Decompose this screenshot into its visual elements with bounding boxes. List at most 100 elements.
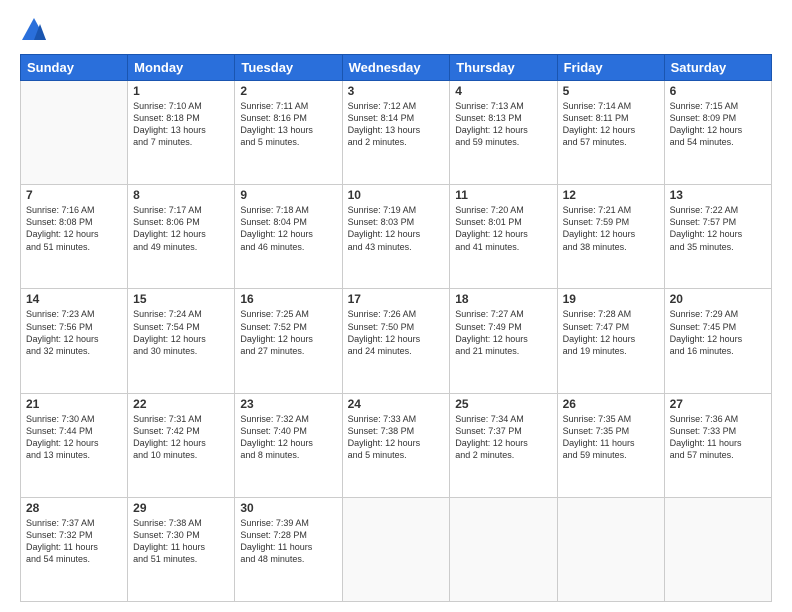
calendar-cell: 18 Sunrise: 7:27 AM Sunset: 7:49 PM Dayli… [450, 289, 557, 393]
calendar-cell: 4Sunrise: 7:13 AM Sunset: 8:13 PM Daylig… [450, 81, 557, 185]
calendar-week-5: 28 Sunrise: 7:37 AM Sunset: 7:32 PM Dayli… [21, 497, 772, 601]
logo-icon [20, 16, 48, 44]
weekday-header-monday: Monday [128, 55, 235, 81]
day-info: Sunrise: 7:22 AM Sunset: 7:57 PM Dayligh… [670, 204, 766, 253]
calendar-week-3: 14Sunrise: 7:23 AM Sunset: 7:56 PM Dayli… [21, 289, 772, 393]
day-info: Sunrise: 7:38 AM Sunset: 7:30 PM Dayligh… [133, 517, 229, 566]
calendar-cell: 7Sunrise: 7:16 AM Sunset: 8:08 PM Daylig… [21, 185, 128, 289]
header [20, 16, 772, 44]
calendar-cell: 8 Sunrise: 7:17 AM Sunset: 8:06 PM Daylig… [128, 185, 235, 289]
day-info: Sunrise: 7:26 AM Sunset: 7:50 PM Dayligh… [348, 308, 445, 357]
day-number: 21 [26, 397, 122, 411]
day-number: 8 [133, 188, 229, 202]
calendar-cell: 3 Sunrise: 7:12 AM Sunset: 8:14 PM Daylig… [342, 81, 450, 185]
calendar-cell [557, 497, 664, 601]
day-info: Sunrise: 7:34 AM Sunset: 7:37 PM Dayligh… [455, 413, 551, 462]
day-info: Sunrise: 7:32 AM Sunset: 7:40 PM Dayligh… [240, 413, 336, 462]
day-info: Sunrise: 7:11 AM Sunset: 8:16 PM Dayligh… [240, 100, 336, 149]
calendar-cell: 23 Sunrise: 7:32 AM Sunset: 7:40 PM Dayli… [235, 393, 342, 497]
day-info: Sunrise: 7:24 AM Sunset: 7:54 PM Dayligh… [133, 308, 229, 357]
page: SundayMondayTuesdayWednesdayThursdayFrid… [0, 0, 792, 612]
calendar-cell: 27 Sunrise: 7:36 AM Sunset: 7:33 PM Dayli… [664, 393, 771, 497]
day-number: 19 [563, 292, 659, 306]
calendar-week-4: 21 Sunrise: 7:30 AM Sunset: 7:44 PM Dayli… [21, 393, 772, 497]
day-number: 25 [455, 397, 551, 411]
calendar-cell: 10Sunrise: 7:19 AM Sunset: 8:03 PM Dayli… [342, 185, 450, 289]
calendar-cell: 30 Sunrise: 7:39 AM Sunset: 7:28 PM Dayli… [235, 497, 342, 601]
calendar-cell: 24 Sunrise: 7:33 AM Sunset: 7:38 PM Dayli… [342, 393, 450, 497]
calendar-cell: 15 Sunrise: 7:24 AM Sunset: 7:54 PM Dayli… [128, 289, 235, 393]
day-info: Sunrise: 7:10 AM Sunset: 8:18 PM Dayligh… [133, 100, 229, 149]
day-info: Sunrise: 7:37 AM Sunset: 7:32 PM Dayligh… [26, 517, 122, 566]
calendar-cell [21, 81, 128, 185]
day-number: 30 [240, 501, 336, 515]
weekday-header-thursday: Thursday [450, 55, 557, 81]
day-info: Sunrise: 7:13 AM Sunset: 8:13 PM Dayligh… [455, 100, 551, 149]
day-info: Sunrise: 7:20 AM Sunset: 8:01 PM Dayligh… [455, 204, 551, 253]
day-number: 18 [455, 292, 551, 306]
day-number: 22 [133, 397, 229, 411]
calendar-cell: 16Sunrise: 7:25 AM Sunset: 7:52 PM Dayli… [235, 289, 342, 393]
logo [20, 16, 52, 44]
calendar-week-1: 1 Sunrise: 7:10 AM Sunset: 8:18 PM Daylig… [21, 81, 772, 185]
day-number: 7 [26, 188, 122, 202]
day-info: Sunrise: 7:29 AM Sunset: 7:45 PM Dayligh… [670, 308, 766, 357]
day-number: 26 [563, 397, 659, 411]
calendar-cell: 14Sunrise: 7:23 AM Sunset: 7:56 PM Dayli… [21, 289, 128, 393]
calendar-cell [664, 497, 771, 601]
day-info: Sunrise: 7:18 AM Sunset: 8:04 PM Dayligh… [240, 204, 336, 253]
calendar-cell: 9 Sunrise: 7:18 AM Sunset: 8:04 PM Daylig… [235, 185, 342, 289]
calendar-cell: 11 Sunrise: 7:20 AM Sunset: 8:01 PM Dayli… [450, 185, 557, 289]
day-number: 29 [133, 501, 229, 515]
day-info: Sunrise: 7:17 AM Sunset: 8:06 PM Dayligh… [133, 204, 229, 253]
day-info: Sunrise: 7:14 AM Sunset: 8:11 PM Dayligh… [563, 100, 659, 149]
day-number: 28 [26, 501, 122, 515]
calendar-cell [342, 497, 450, 601]
calendar-cell: 19Sunrise: 7:28 AM Sunset: 7:47 PM Dayli… [557, 289, 664, 393]
day-number: 12 [563, 188, 659, 202]
calendar-cell: 1 Sunrise: 7:10 AM Sunset: 8:18 PM Daylig… [128, 81, 235, 185]
day-info: Sunrise: 7:15 AM Sunset: 8:09 PM Dayligh… [670, 100, 766, 149]
day-info: Sunrise: 7:36 AM Sunset: 7:33 PM Dayligh… [670, 413, 766, 462]
calendar-cell: 26 Sunrise: 7:35 AM Sunset: 7:35 PM Dayli… [557, 393, 664, 497]
day-number: 10 [348, 188, 445, 202]
day-number: 23 [240, 397, 336, 411]
calendar-cell: 2Sunrise: 7:11 AM Sunset: 8:16 PM Daylig… [235, 81, 342, 185]
calendar-cell: 6 Sunrise: 7:15 AM Sunset: 8:09 PM Daylig… [664, 81, 771, 185]
day-info: Sunrise: 7:35 AM Sunset: 7:35 PM Dayligh… [563, 413, 659, 462]
calendar-cell: 22 Sunrise: 7:31 AM Sunset: 7:42 PM Dayli… [128, 393, 235, 497]
day-info: Sunrise: 7:33 AM Sunset: 7:38 PM Dayligh… [348, 413, 445, 462]
calendar-cell: 28 Sunrise: 7:37 AM Sunset: 7:32 PM Dayli… [21, 497, 128, 601]
day-number: 11 [455, 188, 551, 202]
day-number: 5 [563, 84, 659, 98]
day-info: Sunrise: 7:21 AM Sunset: 7:59 PM Dayligh… [563, 204, 659, 253]
day-number: 20 [670, 292, 766, 306]
calendar-table: SundayMondayTuesdayWednesdayThursdayFrid… [20, 54, 772, 602]
day-number: 27 [670, 397, 766, 411]
day-info: Sunrise: 7:39 AM Sunset: 7:28 PM Dayligh… [240, 517, 336, 566]
day-number: 14 [26, 292, 122, 306]
day-number: 9 [240, 188, 336, 202]
day-number: 3 [348, 84, 445, 98]
day-info: Sunrise: 7:30 AM Sunset: 7:44 PM Dayligh… [26, 413, 122, 462]
calendar-cell: 20 Sunrise: 7:29 AM Sunset: 7:45 PM Dayli… [664, 289, 771, 393]
calendar-cell: 12 Sunrise: 7:21 AM Sunset: 7:59 PM Dayli… [557, 185, 664, 289]
calendar-cell: 17Sunrise: 7:26 AM Sunset: 7:50 PM Dayli… [342, 289, 450, 393]
calendar-cell: 13 Sunrise: 7:22 AM Sunset: 7:57 PM Dayli… [664, 185, 771, 289]
day-number: 6 [670, 84, 766, 98]
calendar-cell: 25 Sunrise: 7:34 AM Sunset: 7:37 PM Dayli… [450, 393, 557, 497]
day-number: 13 [670, 188, 766, 202]
day-number: 15 [133, 292, 229, 306]
weekday-header-wednesday: Wednesday [342, 55, 450, 81]
weekday-header-sunday: Sunday [21, 55, 128, 81]
calendar-cell [450, 497, 557, 601]
day-info: Sunrise: 7:27 AM Sunset: 7:49 PM Dayligh… [455, 308, 551, 357]
day-number: 1 [133, 84, 229, 98]
weekday-header-tuesday: Tuesday [235, 55, 342, 81]
day-info: Sunrise: 7:12 AM Sunset: 8:14 PM Dayligh… [348, 100, 445, 149]
day-number: 24 [348, 397, 445, 411]
day-info: Sunrise: 7:31 AM Sunset: 7:42 PM Dayligh… [133, 413, 229, 462]
calendar-week-2: 7Sunrise: 7:16 AM Sunset: 8:08 PM Daylig… [21, 185, 772, 289]
day-info: Sunrise: 7:25 AM Sunset: 7:52 PM Dayligh… [240, 308, 336, 357]
calendar-header-row: SundayMondayTuesdayWednesdayThursdayFrid… [21, 55, 772, 81]
